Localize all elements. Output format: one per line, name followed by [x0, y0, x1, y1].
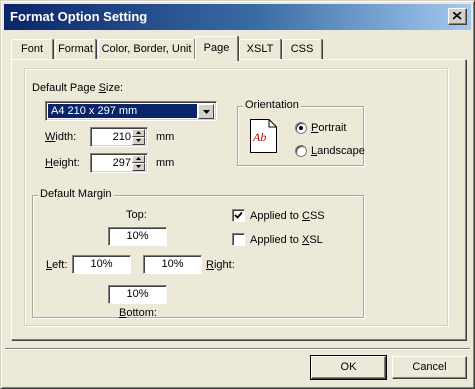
- orientation-icon-text: Ab: [252, 130, 266, 144]
- chevron-down-icon: [203, 110, 210, 114]
- bottom-margin-input[interactable]: 10%: [108, 285, 167, 304]
- applied-to-xsl-checkbox[interactable]: [232, 233, 245, 246]
- arrow-down-icon: [136, 165, 141, 168]
- left-margin-input[interactable]: 10%: [72, 255, 131, 274]
- dialog-window: Format Option Setting Font Format Color,…: [0, 0, 475, 389]
- width-label: Width:: [45, 131, 77, 143]
- arrow-down-icon: [136, 139, 141, 142]
- right-margin-input[interactable]: 10%: [143, 255, 202, 274]
- applied-to-xsl-label[interactable]: Applied to XSL: [250, 234, 323, 246]
- top-label: Top:: [126, 209, 147, 221]
- height-label: Height:: [45, 157, 80, 169]
- dropdown-button[interactable]: [198, 104, 214, 119]
- portrait-page-icon: Ab: [250, 119, 277, 153]
- window-title: Format Option Setting: [10, 9, 148, 24]
- tab-page[interactable]: Page: [195, 36, 238, 61]
- tab-xslt[interactable]: XSLT: [239, 39, 281, 59]
- page-size-label: Default Page Size:: [32, 82, 124, 94]
- tab-format-label: Format: [58, 43, 93, 55]
- page-size-select[interactable]: A4 210 x 297 mm: [45, 101, 217, 121]
- width-down-button[interactable]: [132, 137, 145, 145]
- landscape-radio[interactable]: [295, 145, 307, 157]
- landscape-label[interactable]: Landscape: [311, 145, 365, 157]
- tab-font-label: Font: [20, 43, 43, 55]
- close-button[interactable]: [448, 8, 467, 25]
- left-label: Left:: [46, 259, 68, 271]
- portrait-radio[interactable]: [295, 122, 307, 134]
- applied-to-css-label[interactable]: Applied to CSS: [250, 210, 325, 222]
- orientation-label: Orientation: [243, 99, 301, 111]
- tab-css-label: CSS: [290, 43, 314, 55]
- close-icon: [453, 12, 462, 20]
- width-stepper[interactable]: 210: [90, 127, 148, 147]
- arrow-up-icon: [136, 157, 141, 160]
- arrow-up-icon: [136, 131, 141, 134]
- bottom-label: Bottom:: [119, 307, 157, 319]
- top-margin-input[interactable]: 10%: [108, 227, 167, 246]
- radio-dot: [299, 126, 303, 130]
- height-up-button[interactable]: [132, 155, 145, 163]
- margin-group: Default Margin Top: 10% Left: 10% 10% Ri…: [32, 188, 364, 319]
- height-down-button[interactable]: [132, 163, 145, 171]
- tab-color-border-unit[interactable]: Color, Border, Unit: [98, 39, 195, 59]
- height-stepper[interactable]: 297: [90, 153, 148, 173]
- orientation-group: Orientation Ab Portrait Landscape: [237, 99, 365, 166]
- tab-css[interactable]: CSS: [282, 39, 322, 59]
- title-bar[interactable]: Format Option Setting: [4, 4, 471, 30]
- tab-xslt-label: XSLT: [246, 43, 274, 55]
- cancel-button[interactable]: Cancel: [392, 356, 467, 379]
- margin-label: Default Margin: [38, 188, 114, 200]
- checkmark-icon: [234, 211, 243, 219]
- footer-divider: [5, 348, 470, 350]
- portrait-label[interactable]: Portrait: [311, 122, 346, 134]
- width-up-button[interactable]: [132, 129, 145, 137]
- right-label: Right:: [206, 259, 235, 271]
- width-value: 210: [112, 131, 131, 143]
- ok-button[interactable]: OK: [310, 355, 387, 380]
- tab-page-label: Page: [203, 42, 230, 54]
- tab-format[interactable]: Format: [55, 39, 96, 59]
- height-unit: mm: [156, 157, 175, 169]
- tab-font[interactable]: Font: [11, 39, 53, 59]
- width-unit: mm: [156, 131, 175, 143]
- page-settings-frame: Default Page Size: A4 210 x 297 mm Width…: [24, 68, 448, 326]
- page-tab-panel: Default Page Size: A4 210 x 297 mm Width…: [11, 59, 466, 340]
- height-value: 297: [112, 157, 131, 169]
- applied-to-css-checkbox[interactable]: [232, 209, 245, 222]
- tab-color-border-unit-label: Color, Border, Unit: [101, 43, 192, 55]
- page-size-value: A4 210 x 297 mm: [48, 104, 197, 118]
